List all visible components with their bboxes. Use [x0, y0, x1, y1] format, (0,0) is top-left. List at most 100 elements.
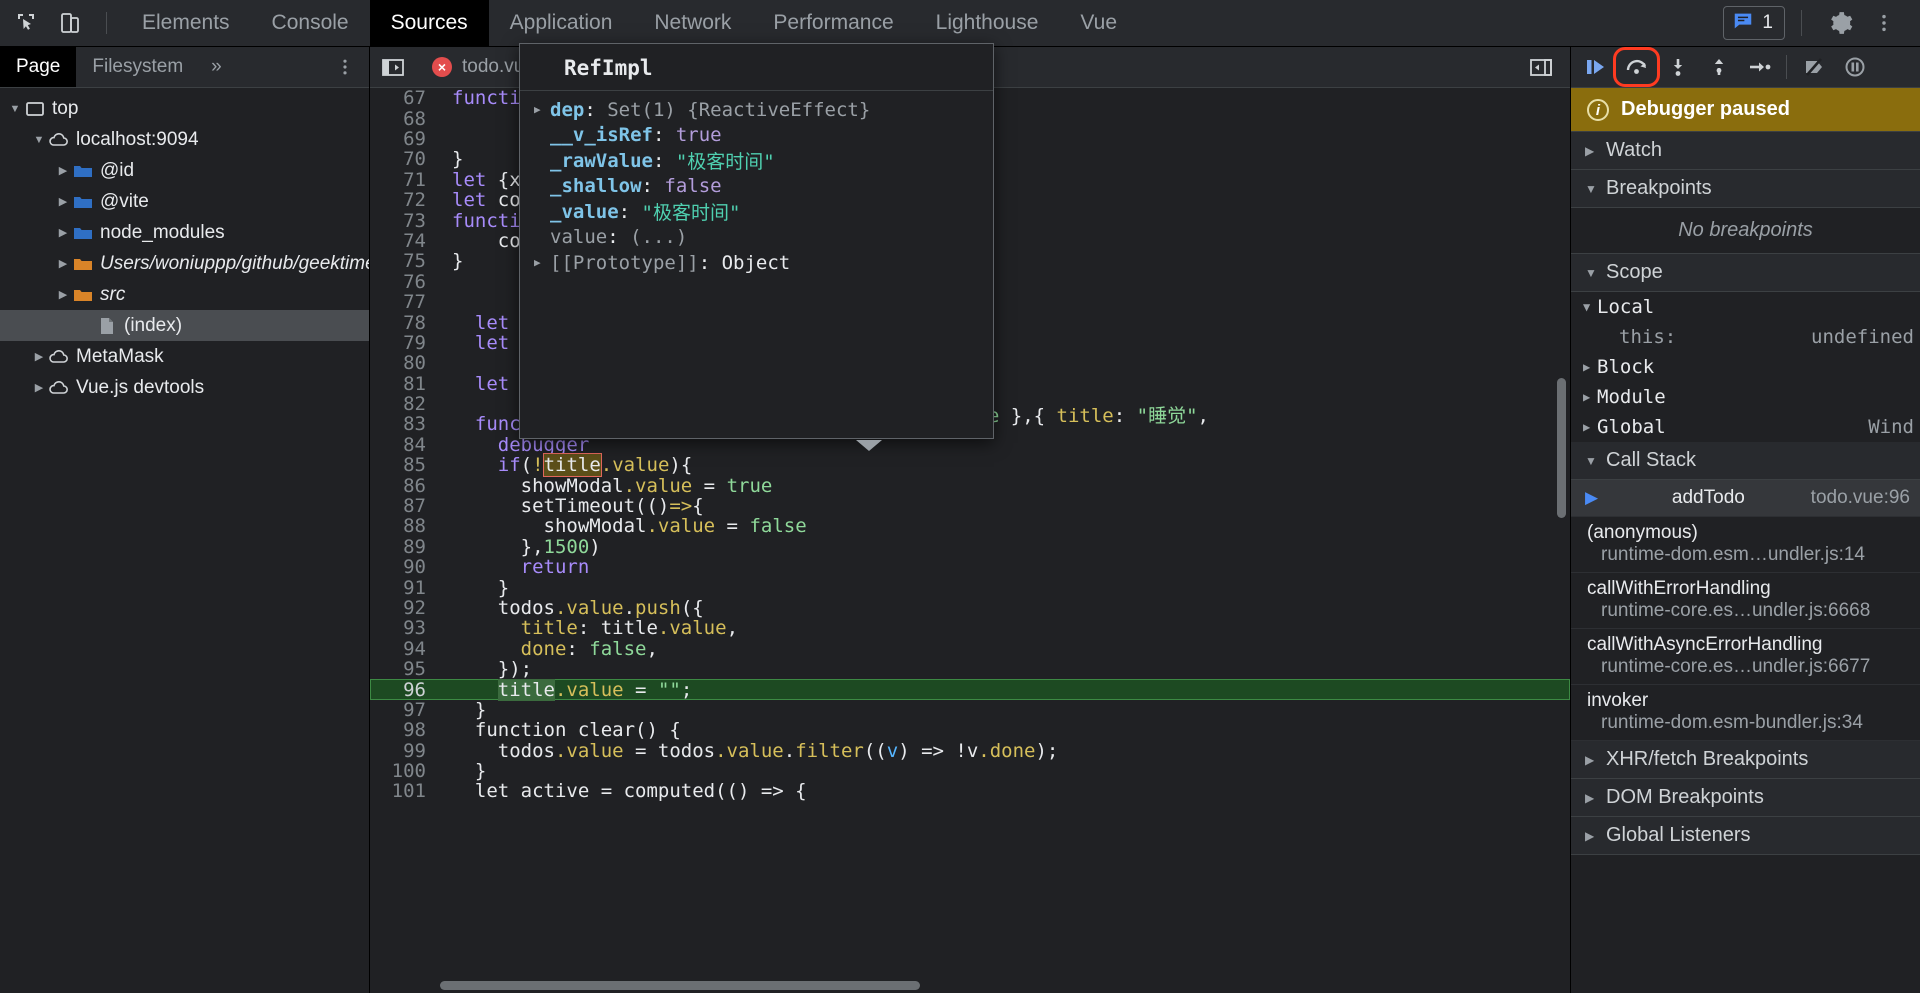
call-stack-frame-anonymous[interactable]: (anonymous) runtime-dom.esm…undler.js:14: [1571, 517, 1920, 573]
popover-row-v-isref[interactable]: __v_isRef: true: [520, 123, 993, 149]
chevron-right-icon[interactable]: ▶: [534, 256, 550, 269]
call-stack-frame-callwitherrorhandling[interactable]: callWithErrorHandling runtime-core.es…und…: [1571, 573, 1920, 629]
popover-row-value[interactable]: value: (...): [520, 225, 993, 251]
line-number[interactable]: 97: [370, 699, 436, 721]
tree-item-metamask[interactable]: ▶ MetaMask: [0, 341, 369, 372]
call-stack-frame-invoker[interactable]: invoker runtime-dom.esm-bundler.js:34: [1571, 685, 1920, 741]
show-navigator-icon[interactable]: [370, 47, 416, 87]
tab-lighthouse[interactable]: Lighthouse: [915, 0, 1060, 47]
section-header-global-listeners[interactable]: ▶ Global Listeners: [1571, 817, 1920, 855]
line-number[interactable]: 82: [370, 393, 436, 415]
resume-button[interactable]: [1575, 50, 1616, 84]
code-line-91[interactable]: 91 }: [370, 577, 1570, 599]
chevron-right-icon[interactable]: ▶: [54, 195, 72, 208]
close-icon[interactable]: ×: [432, 57, 452, 77]
line-number[interactable]: 68: [370, 108, 436, 130]
show-debugger-icon[interactable]: [1512, 47, 1570, 87]
step-out-button[interactable]: [1698, 50, 1739, 84]
navigator-tab-page[interactable]: Page: [0, 47, 77, 87]
chevron-right-icon[interactable]: ▶: [30, 381, 48, 394]
editor-horizontal-scrollbar[interactable]: [440, 981, 920, 990]
popover-row-shallow[interactable]: _shallow: false: [520, 174, 993, 200]
tree-item-node-modules[interactable]: ▶ node_modules: [0, 217, 369, 248]
step-over-button[interactable]: [1613, 47, 1660, 87]
popover-row-prototype[interactable]: ▶ [[Prototype]]: Object: [520, 250, 993, 276]
line-number[interactable]: 71: [370, 169, 436, 191]
tab-performance[interactable]: Performance: [752, 0, 914, 47]
tree-item-vite[interactable]: ▶ @vite: [0, 186, 369, 217]
navigator-tab-filesystem[interactable]: Filesystem: [76, 47, 199, 87]
popover-row-dep[interactable]: ▶ dep: Set(1) {ReactiveEffect}: [520, 97, 993, 123]
line-number[interactable]: 92: [370, 597, 436, 619]
chevron-right-icon[interactable]: ▶: [1583, 360, 1597, 374]
section-header-xhr-fetch-breakpoints[interactable]: ▶ XHR/fetch Breakpoints: [1571, 741, 1920, 779]
line-number[interactable]: 67: [370, 88, 436, 109]
inspect-element-icon[interactable]: [4, 3, 48, 43]
tree-item-vue-js-devtools[interactable]: ▶ Vue.js devtools: [0, 372, 369, 403]
code-line-87[interactable]: 87 setTimeout(()=>{: [370, 495, 1570, 517]
code-line-93[interactable]: 93 title: title.value,: [370, 617, 1570, 639]
console-message-badge[interactable]: 1: [1723, 6, 1785, 40]
section-header-watch[interactable]: ▶ Watch: [1571, 132, 1920, 170]
editor-vertical-scrollbar[interactable]: [1557, 378, 1566, 518]
tree-item-top[interactable]: ▼ top: [0, 93, 369, 124]
code-line-98[interactable]: 98 function clear() {: [370, 719, 1570, 741]
line-number[interactable]: 78: [370, 312, 436, 334]
code-line-85[interactable]: 85 if(!title.value){: [370, 453, 1570, 478]
popover-row-value[interactable]: _value: "极客时间": [520, 199, 993, 225]
line-number[interactable]: 75: [370, 250, 436, 272]
line-number[interactable]: 77: [370, 291, 436, 313]
line-number[interactable]: 90: [370, 556, 436, 578]
section-header-dom-breakpoints[interactable]: ▶ DOM Breakpoints: [1571, 779, 1920, 817]
chevron-right-icon[interactable]: ▶: [534, 103, 550, 116]
code-line-100[interactable]: 100 }: [370, 760, 1570, 782]
tab-elements[interactable]: Elements: [121, 0, 251, 47]
line-number[interactable]: 101: [370, 780, 436, 802]
tree-item-src[interactable]: ▶ src: [0, 279, 369, 310]
line-number[interactable]: 95: [370, 658, 436, 680]
tab-network[interactable]: Network: [633, 0, 752, 47]
code-line-92[interactable]: 92 todos.value.push({: [370, 597, 1570, 619]
section-header-call-stack[interactable]: ▼ Call Stack: [1571, 442, 1920, 480]
section-header-breakpoints[interactable]: ▼ Breakpoints: [1571, 170, 1920, 208]
code-line-90[interactable]: 90 return: [370, 556, 1570, 578]
object-popover[interactable]: RefImpl ▶ dep: Set(1) {ReactiveEffect} __v…: [519, 43, 994, 451]
line-number[interactable]: 85: [370, 454, 436, 476]
gear-icon[interactable]: [1818, 3, 1862, 43]
chevron-right-icon[interactable]: ▶: [54, 164, 72, 177]
chevron-right-icon[interactable]: ▶: [1583, 420, 1597, 434]
line-number[interactable]: 86: [370, 475, 436, 497]
code-line-86[interactable]: 86 showModal.value = true: [370, 475, 1570, 497]
code-line-88[interactable]: 88 showModal.value = false: [370, 515, 1570, 537]
step-button[interactable]: [1739, 50, 1780, 84]
tab-console[interactable]: Console: [251, 0, 370, 47]
call-stack-frame-addtodo[interactable]: ▶ addTodo todo.vue:96: [1571, 480, 1920, 517]
scope-row-block[interactable]: ▶ Block: [1571, 352, 1920, 382]
navigator-overflow-icon[interactable]: »: [199, 47, 234, 87]
deactivate-breakpoints-button[interactable]: [1793, 50, 1834, 84]
tree-item-index[interactable]: (index): [0, 310, 369, 341]
line-number[interactable]: 81: [370, 373, 436, 395]
popover-row-rawvalue[interactable]: _rawValue: "极客时间": [520, 148, 993, 174]
more-vertical-icon[interactable]: [321, 47, 369, 87]
tree-item-localhost-9094[interactable]: ▼ localhost:9094: [0, 124, 369, 155]
line-number[interactable]: 88: [370, 515, 436, 537]
line-number[interactable]: 73: [370, 210, 436, 232]
chevron-down-icon[interactable]: ▼: [6, 103, 24, 115]
line-number[interactable]: 79: [370, 332, 436, 354]
chevron-right-icon[interactable]: ▶: [1583, 390, 1597, 404]
tree-item-users-woniuppp-github-geektime[interactable]: ▶ Users/woniuppp/github/geektime-: [0, 248, 369, 279]
call-stack-frame-callwithasyncerrorhandling[interactable]: callWithAsyncErrorHandling runtime-core.e…: [1571, 629, 1920, 685]
pause-on-exceptions-button[interactable]: [1834, 50, 1875, 84]
code-line-101[interactable]: 101 let active = computed(() => {: [370, 780, 1570, 802]
code-line-99[interactable]: 99 todos.value = todos.value.filter((v) …: [370, 740, 1570, 762]
line-number[interactable]: 84: [370, 434, 436, 456]
code-line-95[interactable]: 95 });: [370, 658, 1570, 680]
line-number[interactable]: 69: [370, 128, 436, 150]
line-number[interactable]: 99: [370, 740, 436, 762]
scope-row-module[interactable]: ▶ Module: [1571, 382, 1920, 412]
code-line-96[interactable]: 96 title.value = "";: [370, 678, 1570, 701]
device-toolbar-icon[interactable]: [48, 3, 92, 43]
tree-item-id[interactable]: ▶ @id: [0, 155, 369, 186]
chevron-right-icon[interactable]: ▶: [54, 288, 72, 301]
